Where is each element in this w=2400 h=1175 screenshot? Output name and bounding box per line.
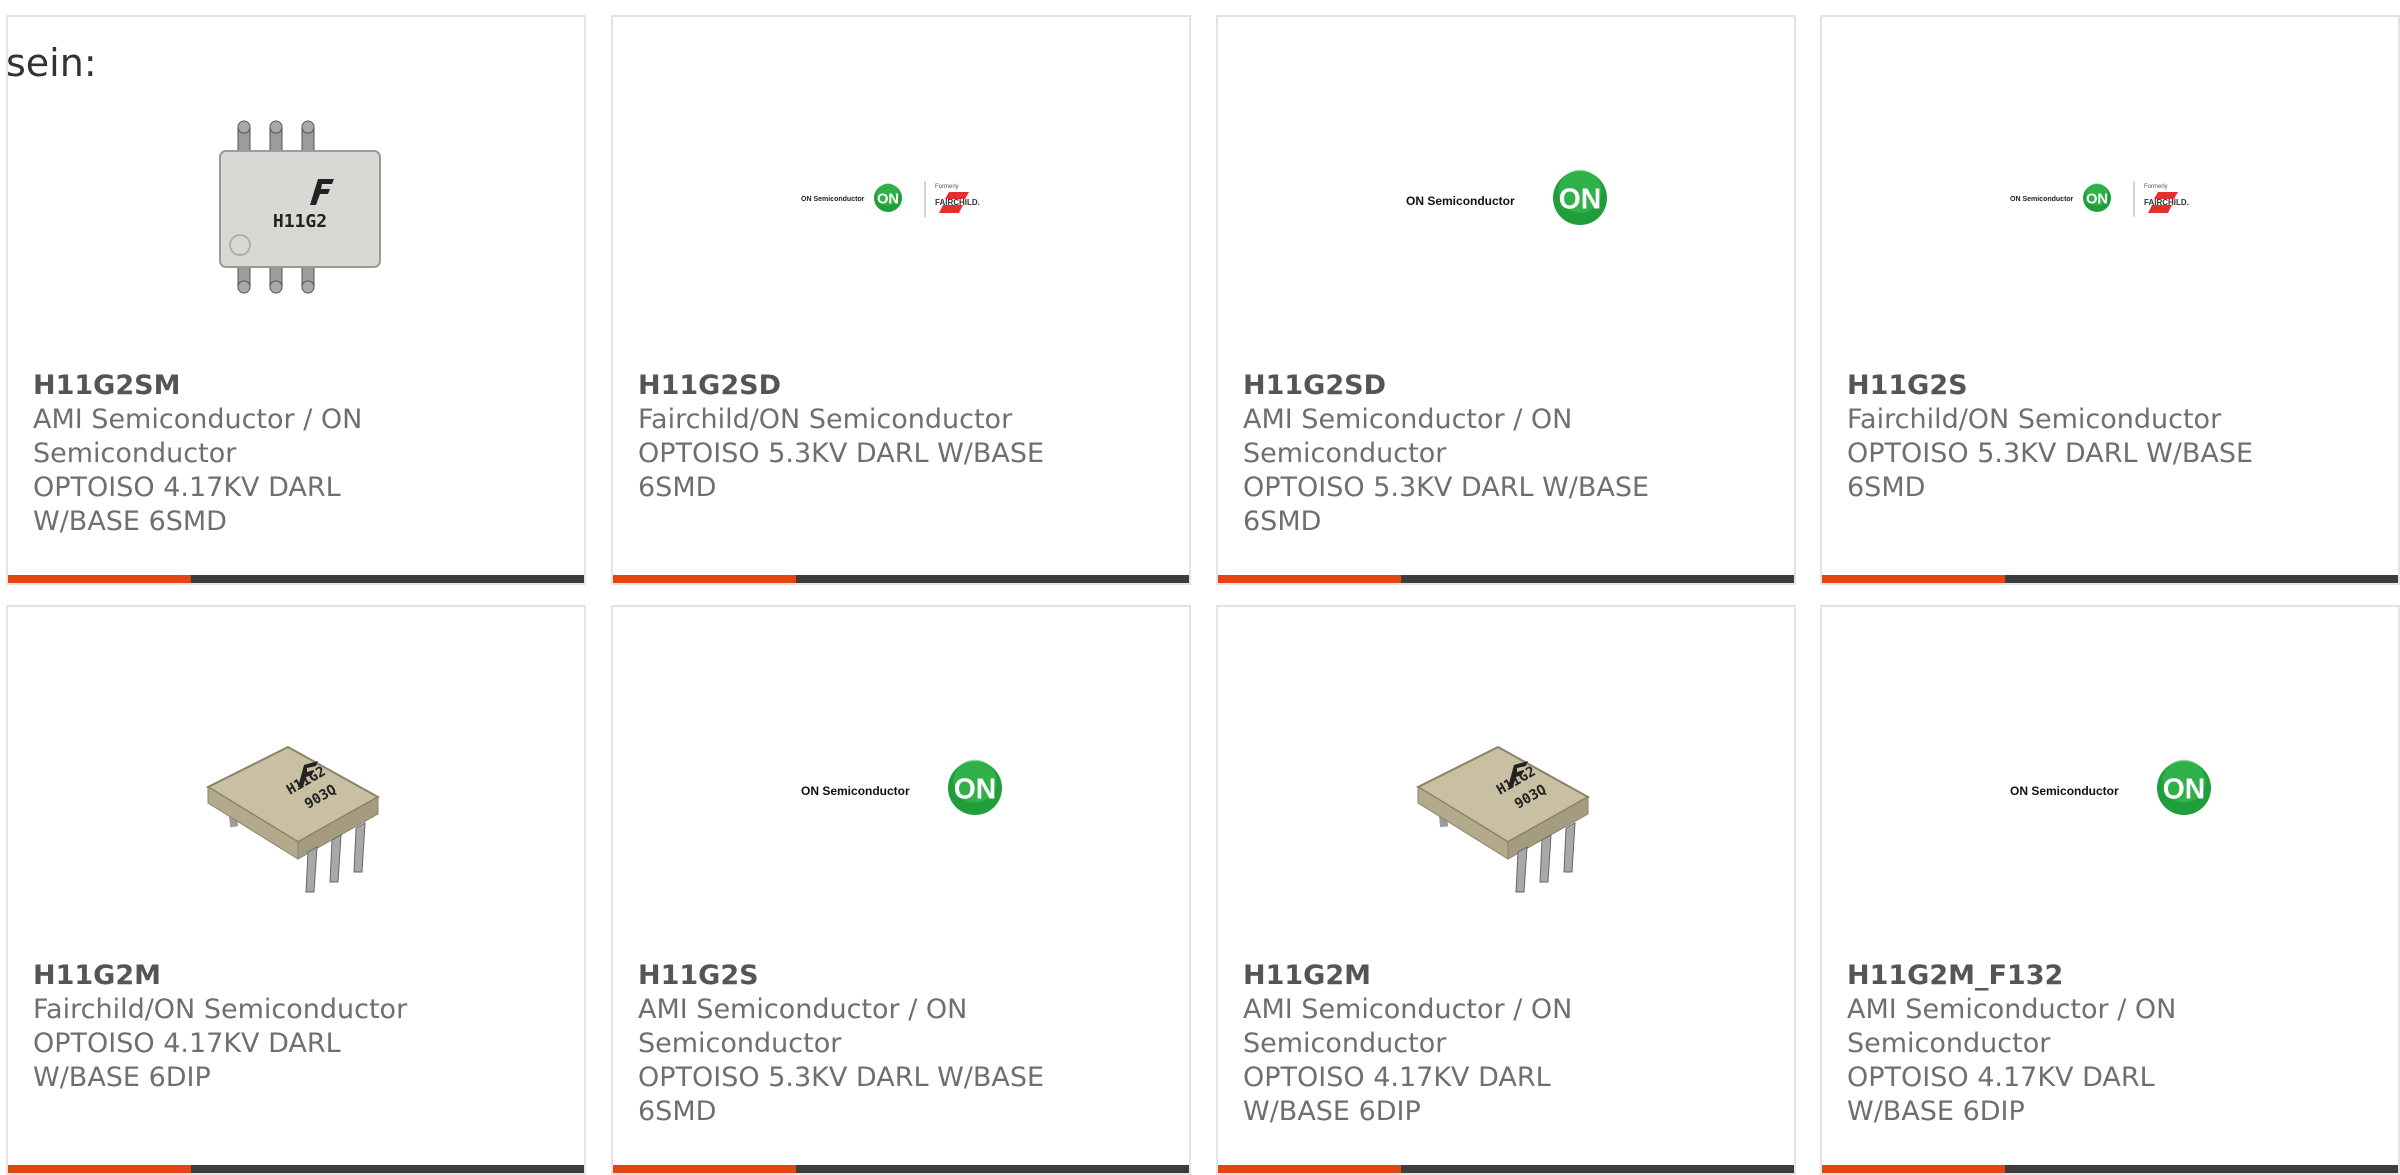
description: OPTOISO 5.3KV DARL W/BASE 6SMD xyxy=(1243,472,1650,537)
product-info: H11G2M AMI Semiconductor / ON Semiconduc… xyxy=(1243,959,1663,1129)
svg-text:ON: ON xyxy=(877,191,899,207)
card-accent-bar xyxy=(1218,1165,1401,1173)
product-info: H11G2M_F132 AMI Semiconductor / ON Semic… xyxy=(1847,959,2267,1129)
svg-text:ON: ON xyxy=(954,773,997,805)
manufacturer: AMI Semiconductor / ON Semiconductor xyxy=(638,994,968,1059)
product-image[interactable]: ON Semiconductor ON xyxy=(1822,677,2398,897)
part-number[interactable]: H11G2M xyxy=(1243,959,1663,993)
svg-text:ON: ON xyxy=(1559,183,1602,215)
manufacturer: Fairchild/ON Semiconductor xyxy=(638,404,1013,435)
card-bottom-bar xyxy=(8,1165,584,1173)
product-card[interactable]: ON Semiconductor ON H11G2S AMI Semiconduc… xyxy=(611,605,1191,1175)
card-accent-bar xyxy=(613,575,796,583)
svg-text:H11G2: H11G2 xyxy=(273,211,327,232)
manufacturer: AMI Semiconductor / ON Semiconductor xyxy=(1243,404,1573,469)
card-accent-bar xyxy=(1822,575,2005,583)
svg-text:FAIRCHILD.: FAIRCHILD. xyxy=(935,198,980,207)
svg-text:ON Semiconductor: ON Semiconductor xyxy=(1406,194,1515,208)
on-fairchild-logo: ON Semiconductor ON Formerly FAIRCHILD. xyxy=(801,181,980,217)
description: OPTOISO 4.17KV DARL W/BASE 6DIP xyxy=(1243,1062,1551,1127)
product-card[interactable]: H11G2 H11G2SM AMI Semiconductor / ON Sem… xyxy=(6,15,586,585)
card-bottom-bar xyxy=(1822,1165,2398,1173)
card-accent-bar xyxy=(613,1165,796,1173)
product-info: H11G2S AMI Semiconductor / ON Semiconduc… xyxy=(638,959,1058,1129)
on-fairchild-logo: ON Semiconductor ON Formerly FAIRCHILD. xyxy=(2010,181,2189,217)
product-card[interactable]: ON Semiconductor ON H11G2SD AMI Semicondu… xyxy=(1216,15,1796,585)
product-card[interactable]: ON Semiconductor ON Formerly FAIRCHILD. H11… xyxy=(611,15,1191,585)
card-bottom-bar xyxy=(1822,575,2398,583)
product-card[interactable]: ON Semiconductor ON H11G2M_F132 AMI Semic… xyxy=(1820,605,2400,1175)
product-card[interactable]: H11G2 903Q H11G2M Fairchild/ON Semiconduc… xyxy=(6,605,586,1175)
part-number[interactable]: H11G2SM xyxy=(33,369,453,403)
product-image[interactable]: ON Semiconductor ON Formerly FAIRCHILD. xyxy=(1822,87,2398,307)
part-number[interactable]: H11G2SD xyxy=(1243,369,1663,403)
description: OPTOISO 4.17KV DARL W/BASE 6DIP xyxy=(33,1028,341,1093)
card-bottom-bar xyxy=(1218,575,1794,583)
manufacturer: Fairchild/ON Semiconductor xyxy=(1847,404,2222,435)
part-number[interactable]: H11G2SD xyxy=(638,369,1058,403)
card-bottom-bar xyxy=(1218,1165,1794,1173)
manufacturer: Fairchild/ON Semiconductor xyxy=(33,994,408,1025)
product-image[interactable]: ON Semiconductor ON xyxy=(1218,87,1794,307)
on-logo-icon: ON xyxy=(2157,759,2211,815)
card-accent-bar xyxy=(8,575,191,583)
chip-icon: H11G2903Q xyxy=(1415,745,1591,893)
product-image[interactable]: H11G2 903Q xyxy=(1218,677,1794,897)
product-image[interactable]: H11G2 903Q xyxy=(8,677,584,897)
svg-text:ON Semiconductor: ON Semiconductor xyxy=(801,196,865,203)
chip-icon: H11G2 xyxy=(219,120,381,294)
part-number[interactable]: H11G2M xyxy=(33,959,453,993)
chip-icon: H11G2903Q xyxy=(205,745,381,893)
svg-text:ON Semiconductor: ON Semiconductor xyxy=(2010,784,2119,798)
part-number[interactable]: H11G2M_F132 xyxy=(1847,959,2267,993)
description: OPTOISO 5.3KV DARL W/BASE 6SMD xyxy=(1847,438,2254,503)
on-semiconductor-logo: ON Semiconductor ON xyxy=(2010,759,2211,815)
product-info: H11G2SD Fairchild/ON Semiconductor OPTOI… xyxy=(638,369,1058,505)
card-bottom-bar xyxy=(8,575,584,583)
card-bottom-bar xyxy=(613,575,1189,583)
product-card[interactable]: H11G2 903Q H11G2M AMI Semiconductor / ON … xyxy=(1216,605,1796,1175)
product-image[interactable]: H11G2 xyxy=(8,87,584,307)
dip-chip-image: H11G2903Q xyxy=(1415,745,1591,893)
on-semiconductor-logo: ON Semiconductor ON xyxy=(1406,169,1607,225)
dip-chip-image: H11G2903Q xyxy=(205,745,381,893)
description: OPTOISO 4.17KV DARL W/BASE 6DIP xyxy=(1847,1062,2155,1127)
product-info: H11G2SD AMI Semiconductor / ON Semicondu… xyxy=(1243,369,1663,539)
on-logo-icon: ON xyxy=(2083,183,2111,212)
product-card[interactable]: ON Semiconductor ON Formerly FAIRCHILD. H11… xyxy=(1820,15,2400,585)
fairchild-logo-icon: Formerly FAIRCHILD. xyxy=(2144,184,2189,213)
smd-chip-image: H11G2 xyxy=(219,120,381,294)
card-bottom-bar xyxy=(613,1165,1189,1173)
part-number[interactable]: H11G2S xyxy=(638,959,1058,993)
fairchild-logo-icon: Formerly FAIRCHILD. xyxy=(935,184,980,213)
svg-text:ON: ON xyxy=(2163,773,2206,805)
product-info: H11G2SM AMI Semiconductor / ON Semicondu… xyxy=(33,369,453,539)
manufacturer: AMI Semiconductor / ON Semiconductor xyxy=(33,404,363,469)
product-image[interactable]: ON Semiconductor ON xyxy=(613,677,1189,897)
on-logo-icon: ON xyxy=(874,183,902,212)
on-semiconductor-logo: ON Semiconductor ON xyxy=(801,759,1002,815)
manufacturer: AMI Semiconductor / ON Semiconductor xyxy=(1847,994,2177,1059)
description: OPTOISO 5.3KV DARL W/BASE 6SMD xyxy=(638,1062,1045,1127)
svg-text:ON: ON xyxy=(2086,191,2108,207)
on-logo-icon: ON xyxy=(1553,169,1607,225)
intro-text: sein: xyxy=(6,41,97,85)
svg-text:Formerly: Formerly xyxy=(935,184,959,190)
product-info: H11G2M Fairchild/ON Semiconductor OPTOIS… xyxy=(33,959,453,1095)
card-accent-bar xyxy=(1218,575,1401,583)
card-accent-bar xyxy=(8,1165,191,1173)
svg-text:ON Semiconductor: ON Semiconductor xyxy=(2010,196,2074,203)
svg-text:Formerly: Formerly xyxy=(2144,184,2168,190)
product-info: H11G2S Fairchild/ON Semiconductor OPTOIS… xyxy=(1847,369,2267,505)
manufacturer: AMI Semiconductor / ON Semiconductor xyxy=(1243,994,1573,1059)
product-image[interactable]: ON Semiconductor ON Formerly FAIRCHILD. xyxy=(613,87,1189,307)
description: OPTOISO 4.17KV DARL W/BASE 6SMD xyxy=(33,472,341,537)
svg-text:ON Semiconductor: ON Semiconductor xyxy=(801,784,910,798)
part-number[interactable]: H11G2S xyxy=(1847,369,2267,403)
on-logo-icon: ON xyxy=(948,759,1002,815)
svg-text:FAIRCHILD.: FAIRCHILD. xyxy=(2144,198,2189,207)
card-accent-bar xyxy=(1822,1165,2005,1173)
description: OPTOISO 5.3KV DARL W/BASE 6SMD xyxy=(638,438,1045,503)
